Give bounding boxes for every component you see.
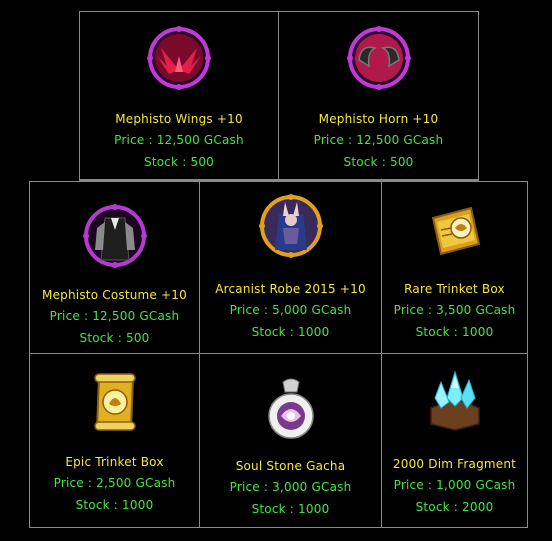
mephisto-horn-icon bbox=[346, 26, 411, 90]
item-stock: Stock : 1000 bbox=[75, 498, 154, 512]
item-price: Price : 3,500 GCash bbox=[393, 303, 516, 317]
item-name: Rare Trinket Box bbox=[404, 282, 505, 296]
item-name: Mephisto Costume +10 bbox=[42, 288, 187, 302]
item-price: Price : 12,500 GCash bbox=[313, 133, 444, 147]
item-name: Mephisto Horn +10 bbox=[318, 112, 439, 126]
item-name: Soul Stone Gacha bbox=[235, 459, 346, 473]
arcanist-robe-icon bbox=[258, 194, 323, 258]
item-price: Price : 5,000 GCash bbox=[229, 303, 352, 317]
shop-item-mephisto-horn[interactable]: Mephisto Horn +10 Price : 12,500 GCash S… bbox=[279, 12, 478, 180]
soul-stone-gacha-icon bbox=[259, 376, 323, 440]
item-price: Price : 12,500 GCash bbox=[114, 133, 244, 147]
item-stock: Stock : 500 bbox=[343, 155, 414, 169]
mephisto-costume-icon bbox=[82, 204, 147, 268]
item-name: Epic Trinket Box bbox=[65, 455, 164, 469]
item-name: Arcanist Robe 2015 +10 bbox=[215, 282, 366, 296]
item-price: Price : 3,000 GCash bbox=[229, 480, 352, 494]
shop-item-dim-fragment[interactable]: 2000 Dim Fragment Price : 1,000 GCash St… bbox=[382, 354, 527, 527]
item-shop: Mephisto Wings +10 Price : 12,500 GCash … bbox=[0, 0, 552, 541]
item-stock: Stock : 1000 bbox=[415, 325, 494, 339]
item-name: Mephisto Wings +10 bbox=[115, 112, 243, 126]
shop-item-epic-trinket-box[interactable]: Epic Trinket Box Price : 2,500 GCash Sto… bbox=[30, 354, 200, 527]
shop-item-soul-stone-gacha[interactable]: Soul Stone Gacha Price : 3,000 GCash Sto… bbox=[200, 354, 382, 527]
item-stock: Stock : 2000 bbox=[415, 500, 494, 514]
mephisto-wings-icon bbox=[147, 26, 211, 90]
top-item-grid: Mephisto Wings +10 Price : 12,500 GCash … bbox=[79, 11, 479, 181]
rare-trinket-box-icon bbox=[423, 198, 487, 262]
item-name: 2000 Dim Fragment bbox=[392, 457, 517, 471]
item-stock: Stock : 500 bbox=[144, 155, 214, 169]
item-stock: Stock : 500 bbox=[79, 331, 150, 345]
shop-item-arcanist-robe[interactable]: Arcanist Robe 2015 +10 Price : 5,000 GCa… bbox=[200, 182, 382, 354]
item-price: Price : 12,500 GCash bbox=[49, 309, 180, 323]
dim-fragment-icon bbox=[423, 368, 487, 432]
bottom-item-grid: Mephisto Costume +10 Price : 12,500 GCas… bbox=[29, 181, 528, 528]
epic-trinket-box-icon bbox=[83, 370, 147, 434]
shop-item-rare-trinket-box[interactable]: Rare Trinket Box Price : 3,500 GCash Sto… bbox=[382, 182, 527, 354]
shop-item-mephisto-wings[interactable]: Mephisto Wings +10 Price : 12,500 GCash … bbox=[80, 12, 279, 180]
item-price: Price : 2,500 GCash bbox=[53, 476, 176, 490]
item-stock: Stock : 1000 bbox=[251, 502, 330, 516]
item-stock: Stock : 1000 bbox=[251, 325, 330, 339]
shop-item-mephisto-costume[interactable]: Mephisto Costume +10 Price : 12,500 GCas… bbox=[30, 182, 200, 354]
item-price: Price : 1,000 GCash bbox=[393, 478, 516, 492]
